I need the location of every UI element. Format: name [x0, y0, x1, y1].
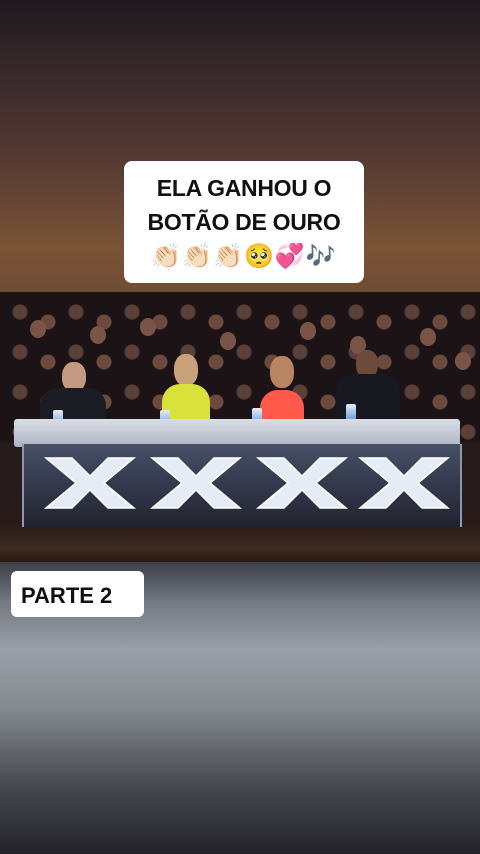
audience-member — [220, 332, 236, 350]
x-buzzer-icon — [43, 457, 137, 509]
part-label-box: PARTE 2 — [11, 571, 144, 617]
audience-member — [30, 320, 46, 338]
stage-floor — [0, 527, 480, 562]
x-buzzer-icon — [255, 457, 349, 509]
x-buzzer-icon — [357, 457, 451, 509]
audience-member — [420, 328, 436, 346]
caption-line-1: ELA GANHOU O — [156, 175, 332, 201]
caption-box: ELA GANHOU O BOTÃO DE OURO 👏🏻👏🏻👏🏻🥺💞🎶 — [124, 161, 364, 283]
x-buzzer-icon — [149, 457, 243, 509]
caption-line-2: BOTÃO DE OURO — [147, 209, 341, 235]
video-frame[interactable] — [0, 292, 480, 562]
audience-member — [455, 352, 471, 370]
caption-emojis: 👏🏻👏🏻👏🏻🥺💞🎶 — [151, 242, 337, 270]
part-label: PARTE 2 — [21, 583, 113, 608]
judges-desk-top — [14, 419, 460, 447]
audience-member — [140, 318, 156, 336]
audience-member — [300, 322, 316, 340]
audience-member — [90, 326, 106, 344]
